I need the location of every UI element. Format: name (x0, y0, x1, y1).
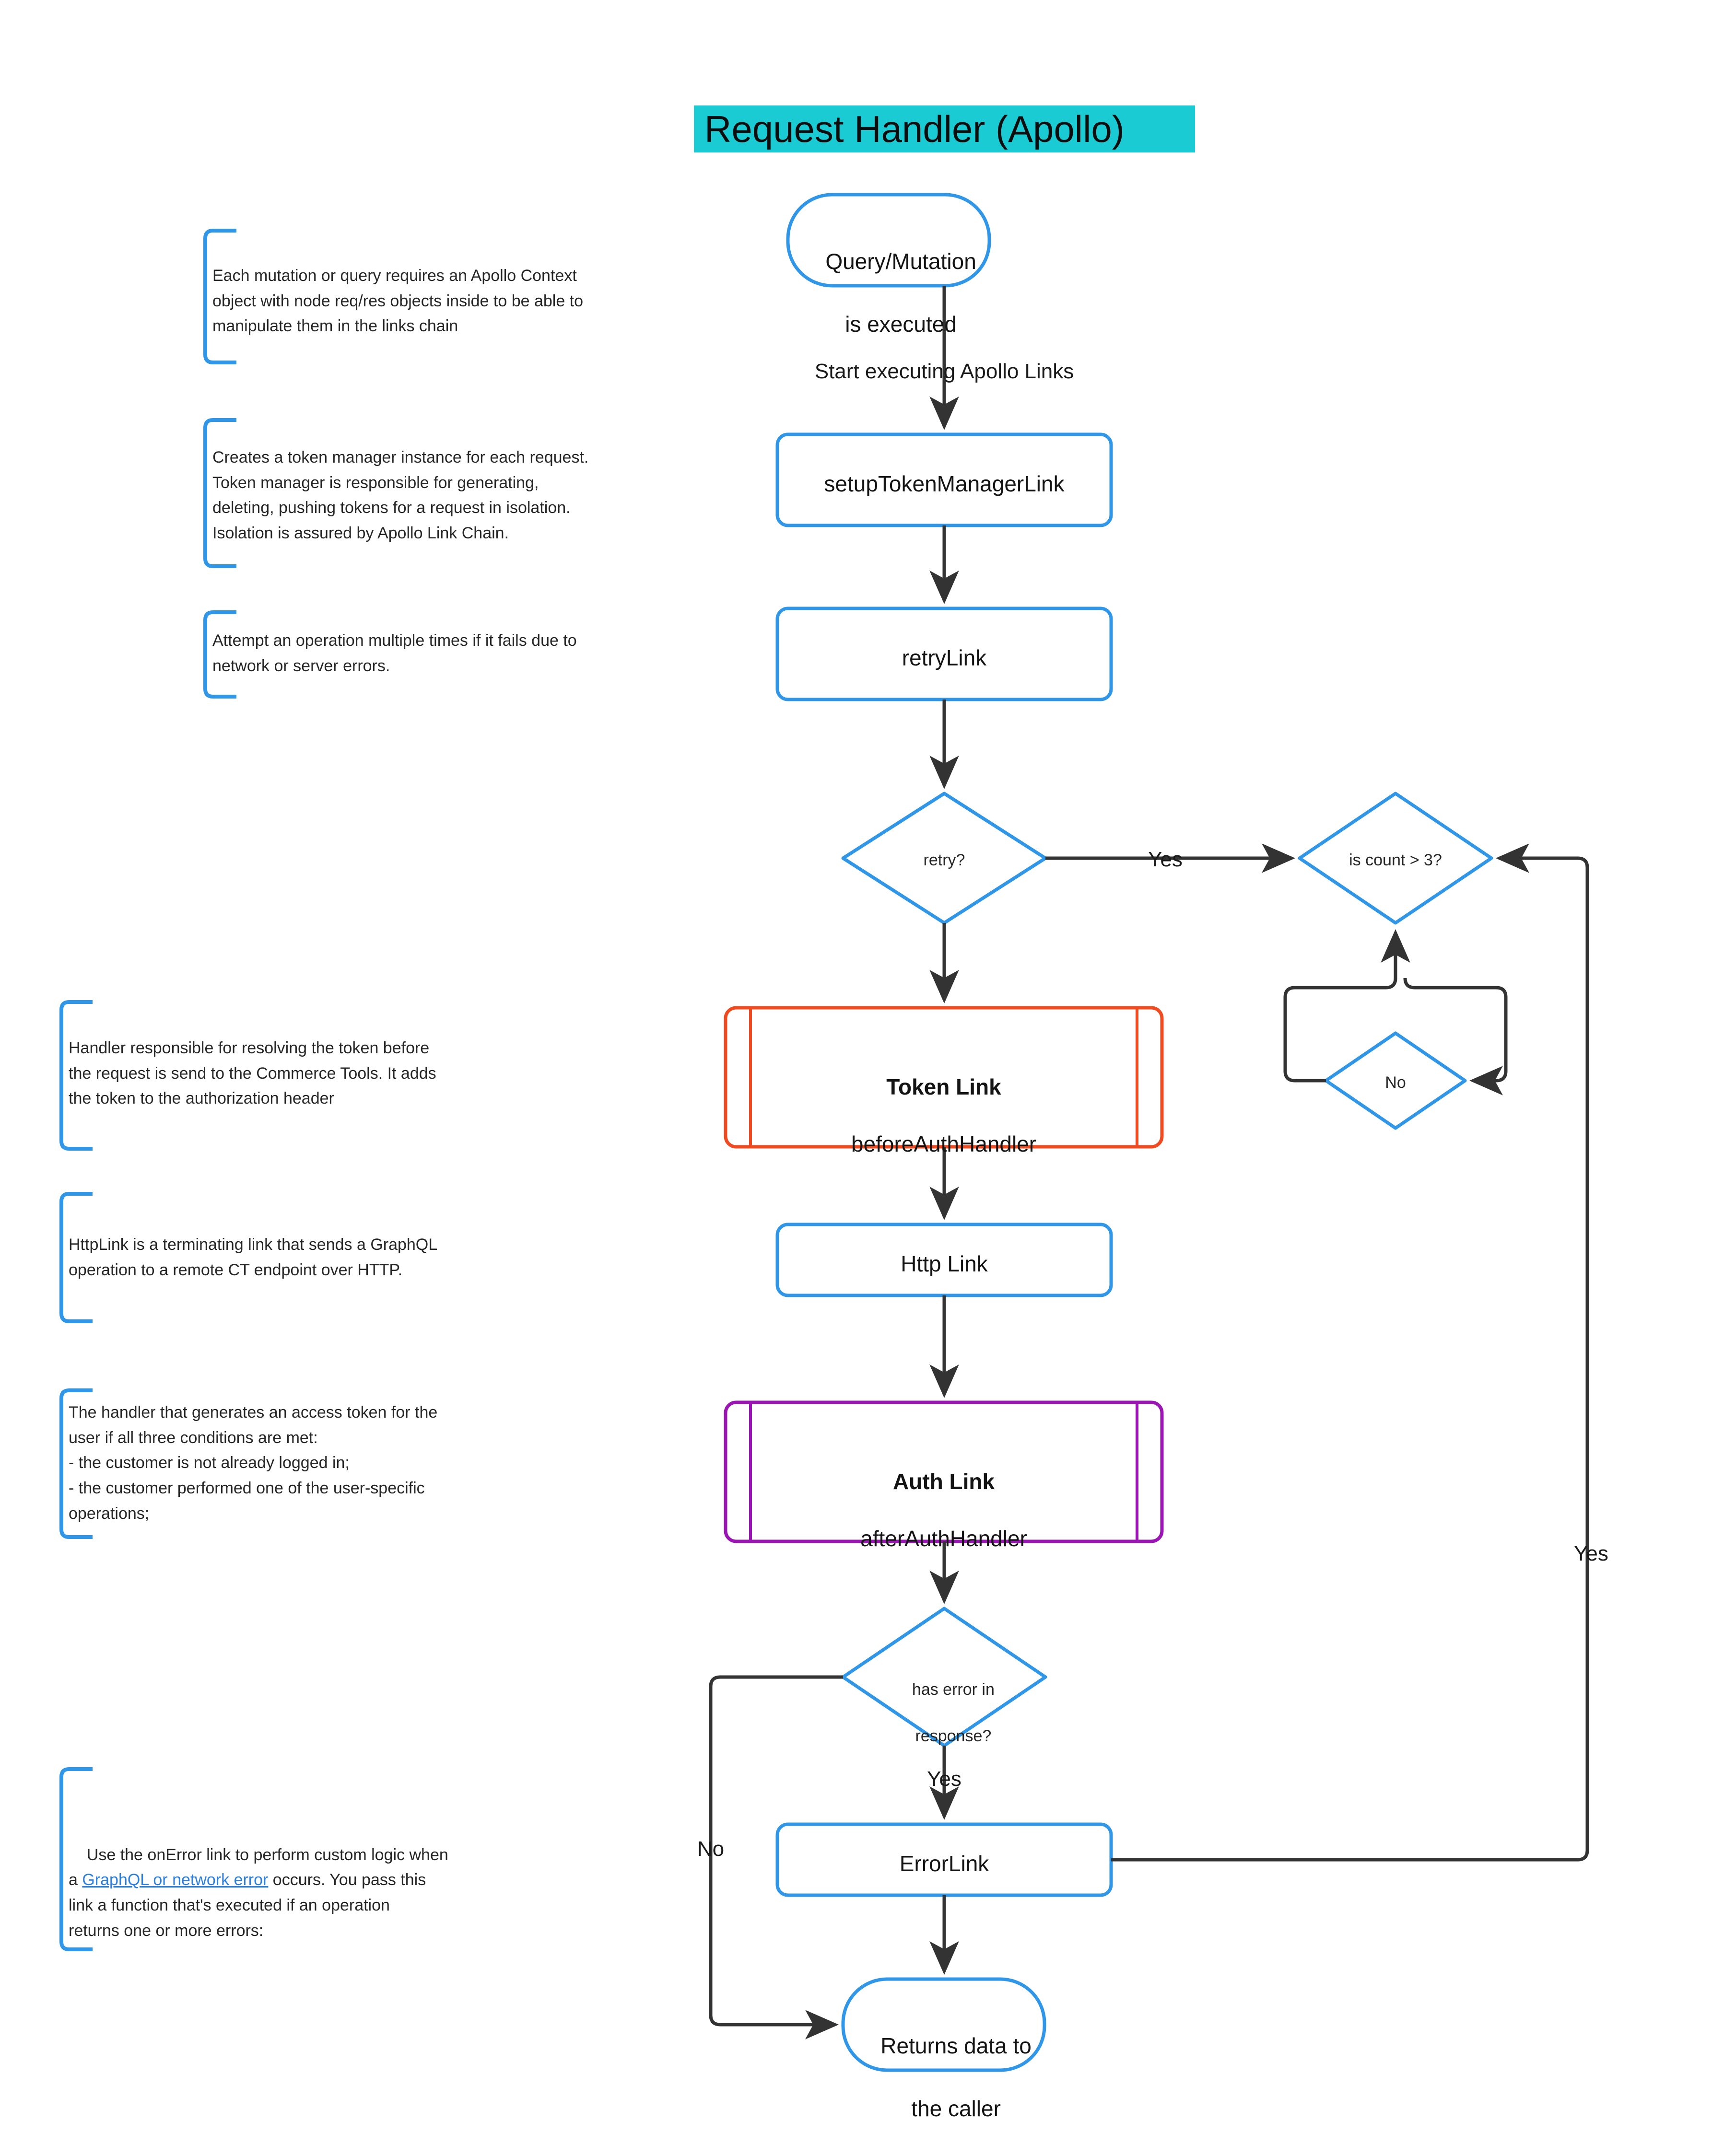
flowchart-canvas: Request Handler (Apollo) Query/Mutation … (0, 0, 1712, 2148)
node-returns-shape (841, 1977, 1046, 2072)
node-no-decision-shape (1324, 1031, 1467, 1130)
note-token-link-text: Handler responsible for resolving the to… (69, 1039, 436, 1108)
edge-errorlink-back-to-count (1111, 843, 1589, 1862)
note-error-link-hyperlink[interactable]: GraphQL or network error (82, 1871, 268, 1889)
note-context-text: Each mutation or query requires an Apoll… (212, 267, 584, 336)
node-retry-link-shape (775, 606, 1113, 701)
node-error-link-shape (775, 1822, 1113, 1897)
note-auth-link-text: The handler that generates an access tok… (69, 1403, 438, 1523)
node-setup-token-manager-shape (775, 432, 1113, 527)
node-retry-decision-shape (841, 792, 1047, 925)
note-token-manager-text: Creates a token manager instance for eac… (212, 448, 589, 543)
node-error-decision-shape (841, 1607, 1047, 1748)
node-start-shape (786, 193, 991, 288)
node-token-link-shape (724, 1006, 1164, 1149)
node-count-decision-shape (1298, 792, 1493, 925)
node-http-link-shape (775, 1223, 1113, 1297)
note-http-link-text: HttpLink is a terminating link that send… (69, 1235, 438, 1279)
note-retry-text: Attempt an operation multiple times if i… (212, 631, 577, 675)
note-error-link-text: Use the onError link to perform custom l… (69, 1817, 500, 1969)
node-auth-link-shape (724, 1400, 1164, 1543)
